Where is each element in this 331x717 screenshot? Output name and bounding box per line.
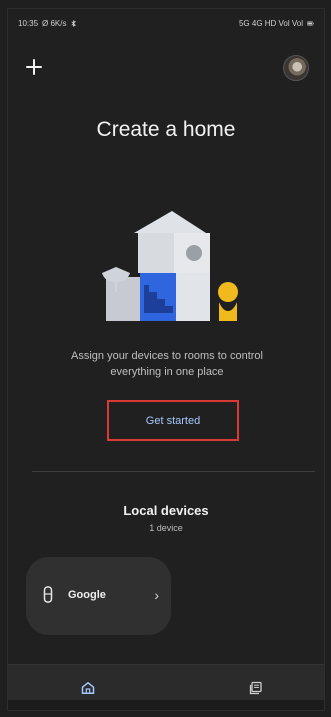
get-started-button[interactable]: Get started — [107, 400, 239, 441]
section-divider — [32, 471, 315, 472]
speaker-icon — [43, 586, 53, 603]
avatar[interactable] — [283, 55, 309, 81]
nav-home[interactable] — [76, 676, 100, 700]
nav-activity[interactable] — [244, 676, 268, 700]
gesture-bar — [8, 700, 324, 710]
status-right: 5G 4G HD Vol Vol — [239, 19, 314, 28]
status-time: 10:35 — [18, 18, 39, 28]
status-bar: 10:35 Ø 6K/s 5G 4G HD Vol Vol — [8, 9, 324, 37]
status-signal-text: 5G 4G HD Vol Vol — [238, 18, 303, 28]
add-icon[interactable] — [26, 59, 42, 75]
chevron-right-icon: › — [154, 587, 159, 603]
activity-icon — [249, 681, 262, 695]
status-left: 10:35 Ø 6K/s — [18, 19, 77, 28]
top-bar — [8, 53, 324, 87]
device-name: Google — [68, 589, 106, 601]
create-home-description: Assign your devices to rooms to control … — [71, 350, 263, 378]
home-illustration — [102, 211, 238, 321]
bluetooth-icon — [71, 19, 77, 27]
battery-icon — [307, 20, 314, 26]
device-card-google[interactable]: Google › — [26, 557, 171, 635]
local-devices-count: 1 device — [149, 523, 183, 533]
app-frame: 10:35 Ø 6K/s 5G 4G HD Vol Vol Create a h… — [7, 8, 325, 711]
home-icon — [81, 681, 95, 694]
status-network-info: Ø 6K/s — [42, 18, 67, 28]
local-devices-title: Local devices — [123, 503, 209, 518]
page-title: Create a home — [96, 118, 236, 141]
